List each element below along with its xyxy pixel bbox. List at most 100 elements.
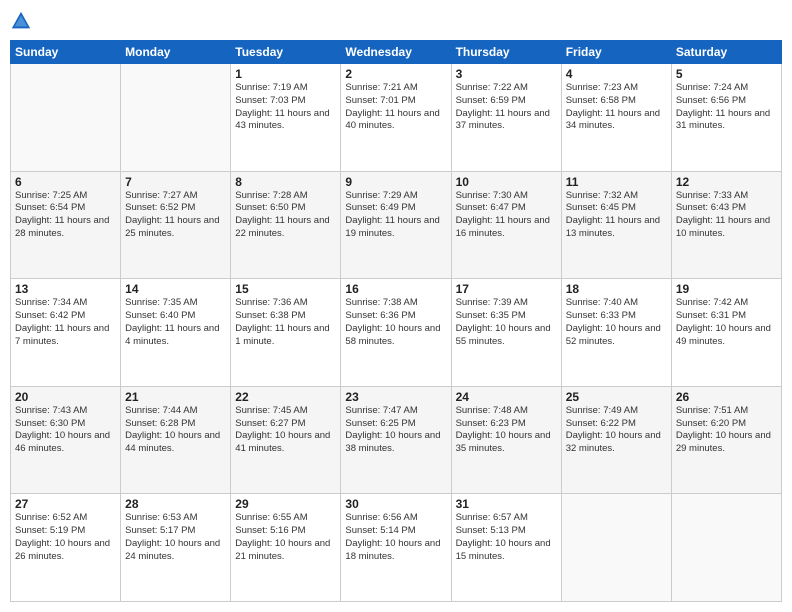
day-number: 31 bbox=[456, 497, 557, 511]
sun-info: Sunrise: 7:19 AM Sunset: 7:03 PM Dayligh… bbox=[235, 82, 336, 133]
calendar-cell: 15Sunrise: 7:36 AM Sunset: 6:38 PM Dayli… bbox=[231, 279, 341, 387]
day-number: 17 bbox=[456, 282, 557, 296]
day-number: 28 bbox=[125, 497, 226, 511]
calendar-cell: 13Sunrise: 7:34 AM Sunset: 6:42 PM Dayli… bbox=[11, 279, 121, 387]
logo bbox=[10, 10, 34, 32]
sun-info: Sunrise: 6:57 AM Sunset: 5:13 PM Dayligh… bbox=[456, 512, 557, 563]
day-number: 30 bbox=[345, 497, 446, 511]
sun-info: Sunrise: 7:22 AM Sunset: 6:59 PM Dayligh… bbox=[456, 82, 557, 133]
calendar-cell: 9Sunrise: 7:29 AM Sunset: 6:49 PM Daylig… bbox=[341, 171, 451, 279]
calendar-week-row: 1Sunrise: 7:19 AM Sunset: 7:03 PM Daylig… bbox=[11, 64, 782, 172]
calendar-cell: 7Sunrise: 7:27 AM Sunset: 6:52 PM Daylig… bbox=[121, 171, 231, 279]
sun-info: Sunrise: 7:30 AM Sunset: 6:47 PM Dayligh… bbox=[456, 190, 557, 241]
sun-info: Sunrise: 7:42 AM Sunset: 6:31 PM Dayligh… bbox=[676, 297, 777, 348]
sun-info: Sunrise: 6:56 AM Sunset: 5:14 PM Dayligh… bbox=[345, 512, 446, 563]
calendar-cell: 29Sunrise: 6:55 AM Sunset: 5:16 PM Dayli… bbox=[231, 494, 341, 602]
calendar-cell: 12Sunrise: 7:33 AM Sunset: 6:43 PM Dayli… bbox=[671, 171, 781, 279]
sun-info: Sunrise: 7:51 AM Sunset: 6:20 PM Dayligh… bbox=[676, 405, 777, 456]
calendar-cell: 8Sunrise: 7:28 AM Sunset: 6:50 PM Daylig… bbox=[231, 171, 341, 279]
sun-info: Sunrise: 7:34 AM Sunset: 6:42 PM Dayligh… bbox=[15, 297, 116, 348]
sun-info: Sunrise: 7:21 AM Sunset: 7:01 PM Dayligh… bbox=[345, 82, 446, 133]
sun-info: Sunrise: 7:45 AM Sunset: 6:27 PM Dayligh… bbox=[235, 405, 336, 456]
weekday-header-monday: Monday bbox=[121, 41, 231, 64]
sun-info: Sunrise: 7:32 AM Sunset: 6:45 PM Dayligh… bbox=[566, 190, 667, 241]
calendar-week-row: 6Sunrise: 7:25 AM Sunset: 6:54 PM Daylig… bbox=[11, 171, 782, 279]
logo-icon bbox=[10, 10, 32, 32]
sun-info: Sunrise: 7:47 AM Sunset: 6:25 PM Dayligh… bbox=[345, 405, 446, 456]
calendar-cell: 4Sunrise: 7:23 AM Sunset: 6:58 PM Daylig… bbox=[561, 64, 671, 172]
sun-info: Sunrise: 7:38 AM Sunset: 6:36 PM Dayligh… bbox=[345, 297, 446, 348]
sun-info: Sunrise: 6:52 AM Sunset: 5:19 PM Dayligh… bbox=[15, 512, 116, 563]
calendar-cell: 20Sunrise: 7:43 AM Sunset: 6:30 PM Dayli… bbox=[11, 386, 121, 494]
calendar-cell: 23Sunrise: 7:47 AM Sunset: 6:25 PM Dayli… bbox=[341, 386, 451, 494]
calendar-cell: 24Sunrise: 7:48 AM Sunset: 6:23 PM Dayli… bbox=[451, 386, 561, 494]
calendar-cell: 30Sunrise: 6:56 AM Sunset: 5:14 PM Dayli… bbox=[341, 494, 451, 602]
day-number: 3 bbox=[456, 67, 557, 81]
calendar-cell: 28Sunrise: 6:53 AM Sunset: 5:17 PM Dayli… bbox=[121, 494, 231, 602]
day-number: 21 bbox=[125, 390, 226, 404]
weekday-header-row: SundayMondayTuesdayWednesdayThursdayFrid… bbox=[11, 41, 782, 64]
day-number: 16 bbox=[345, 282, 446, 296]
calendar-cell: 6Sunrise: 7:25 AM Sunset: 6:54 PM Daylig… bbox=[11, 171, 121, 279]
sun-info: Sunrise: 7:43 AM Sunset: 6:30 PM Dayligh… bbox=[15, 405, 116, 456]
sun-info: Sunrise: 7:27 AM Sunset: 6:52 PM Dayligh… bbox=[125, 190, 226, 241]
day-number: 4 bbox=[566, 67, 667, 81]
sun-info: Sunrise: 7:44 AM Sunset: 6:28 PM Dayligh… bbox=[125, 405, 226, 456]
sun-info: Sunrise: 7:35 AM Sunset: 6:40 PM Dayligh… bbox=[125, 297, 226, 348]
day-number: 2 bbox=[345, 67, 446, 81]
calendar-cell: 10Sunrise: 7:30 AM Sunset: 6:47 PM Dayli… bbox=[451, 171, 561, 279]
calendar-week-row: 20Sunrise: 7:43 AM Sunset: 6:30 PM Dayli… bbox=[11, 386, 782, 494]
sun-info: Sunrise: 6:53 AM Sunset: 5:17 PM Dayligh… bbox=[125, 512, 226, 563]
day-number: 18 bbox=[566, 282, 667, 296]
day-number: 20 bbox=[15, 390, 116, 404]
sun-info: Sunrise: 7:24 AM Sunset: 6:56 PM Dayligh… bbox=[676, 82, 777, 133]
day-number: 22 bbox=[235, 390, 336, 404]
day-number: 1 bbox=[235, 67, 336, 81]
calendar-week-row: 27Sunrise: 6:52 AM Sunset: 5:19 PM Dayli… bbox=[11, 494, 782, 602]
day-number: 14 bbox=[125, 282, 226, 296]
calendar-cell: 19Sunrise: 7:42 AM Sunset: 6:31 PM Dayli… bbox=[671, 279, 781, 387]
calendar-table: SundayMondayTuesdayWednesdayThursdayFrid… bbox=[10, 40, 782, 602]
calendar-cell bbox=[671, 494, 781, 602]
calendar-cell: 31Sunrise: 6:57 AM Sunset: 5:13 PM Dayli… bbox=[451, 494, 561, 602]
sun-info: Sunrise: 7:49 AM Sunset: 6:22 PM Dayligh… bbox=[566, 405, 667, 456]
day-number: 26 bbox=[676, 390, 777, 404]
calendar-cell: 1Sunrise: 7:19 AM Sunset: 7:03 PM Daylig… bbox=[231, 64, 341, 172]
day-number: 7 bbox=[125, 175, 226, 189]
calendar-cell: 21Sunrise: 7:44 AM Sunset: 6:28 PM Dayli… bbox=[121, 386, 231, 494]
day-number: 6 bbox=[15, 175, 116, 189]
calendar-cell: 25Sunrise: 7:49 AM Sunset: 6:22 PM Dayli… bbox=[561, 386, 671, 494]
calendar-cell: 22Sunrise: 7:45 AM Sunset: 6:27 PM Dayli… bbox=[231, 386, 341, 494]
day-number: 8 bbox=[235, 175, 336, 189]
calendar-cell bbox=[561, 494, 671, 602]
sun-info: Sunrise: 7:40 AM Sunset: 6:33 PM Dayligh… bbox=[566, 297, 667, 348]
day-number: 29 bbox=[235, 497, 336, 511]
calendar-cell: 5Sunrise: 7:24 AM Sunset: 6:56 PM Daylig… bbox=[671, 64, 781, 172]
sun-info: Sunrise: 7:39 AM Sunset: 6:35 PM Dayligh… bbox=[456, 297, 557, 348]
calendar-cell: 26Sunrise: 7:51 AM Sunset: 6:20 PM Dayli… bbox=[671, 386, 781, 494]
day-number: 12 bbox=[676, 175, 777, 189]
sun-info: Sunrise: 7:29 AM Sunset: 6:49 PM Dayligh… bbox=[345, 190, 446, 241]
calendar-cell: 3Sunrise: 7:22 AM Sunset: 6:59 PM Daylig… bbox=[451, 64, 561, 172]
calendar-cell: 17Sunrise: 7:39 AM Sunset: 6:35 PM Dayli… bbox=[451, 279, 561, 387]
day-number: 10 bbox=[456, 175, 557, 189]
weekday-header-tuesday: Tuesday bbox=[231, 41, 341, 64]
day-number: 25 bbox=[566, 390, 667, 404]
calendar-cell bbox=[121, 64, 231, 172]
header bbox=[10, 10, 782, 32]
calendar-cell: 11Sunrise: 7:32 AM Sunset: 6:45 PM Dayli… bbox=[561, 171, 671, 279]
calendar-week-row: 13Sunrise: 7:34 AM Sunset: 6:42 PM Dayli… bbox=[11, 279, 782, 387]
calendar-cell: 2Sunrise: 7:21 AM Sunset: 7:01 PM Daylig… bbox=[341, 64, 451, 172]
weekday-header-wednesday: Wednesday bbox=[341, 41, 451, 64]
sun-info: Sunrise: 7:25 AM Sunset: 6:54 PM Dayligh… bbox=[15, 190, 116, 241]
day-number: 9 bbox=[345, 175, 446, 189]
sun-info: Sunrise: 7:33 AM Sunset: 6:43 PM Dayligh… bbox=[676, 190, 777, 241]
page: SundayMondayTuesdayWednesdayThursdayFrid… bbox=[0, 0, 792, 612]
weekday-header-sunday: Sunday bbox=[11, 41, 121, 64]
sun-info: Sunrise: 7:48 AM Sunset: 6:23 PM Dayligh… bbox=[456, 405, 557, 456]
sun-info: Sunrise: 6:55 AM Sunset: 5:16 PM Dayligh… bbox=[235, 512, 336, 563]
calendar-cell bbox=[11, 64, 121, 172]
day-number: 11 bbox=[566, 175, 667, 189]
day-number: 24 bbox=[456, 390, 557, 404]
calendar-cell: 16Sunrise: 7:38 AM Sunset: 6:36 PM Dayli… bbox=[341, 279, 451, 387]
